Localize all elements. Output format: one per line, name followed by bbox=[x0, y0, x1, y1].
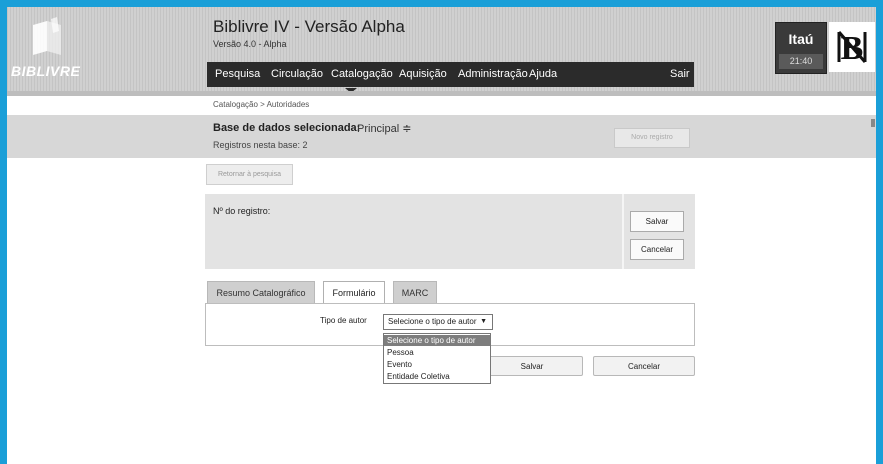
logo-text: BIBLIVRE bbox=[11, 63, 81, 79]
record-save-button[interactable]: Salvar bbox=[630, 211, 684, 232]
bank-monogram-logo: B bbox=[829, 22, 875, 72]
menu-item-circulacao[interactable]: Circulação bbox=[271, 68, 323, 80]
bank-name: Itaú bbox=[788, 31, 814, 47]
menu-item-administracao[interactable]: Administração bbox=[458, 68, 528, 80]
app-window: BIBLIVRE Biblivre IV - Versão Alpha Vers… bbox=[7, 7, 876, 464]
menu-item-ajuda[interactable]: Ajuda bbox=[529, 68, 557, 80]
header: BIBLIVRE Biblivre IV - Versão Alpha Vers… bbox=[7, 7, 876, 93]
record-cancel-button[interactable]: Cancelar bbox=[630, 239, 684, 260]
author-type-label: Tipo de autor bbox=[320, 316, 367, 325]
database-bar: Base de dados selecionada: Principal ≑ R… bbox=[7, 115, 876, 158]
monogram-icon: B bbox=[837, 30, 867, 67]
biblivre-logo: BIBLIVRE bbox=[11, 17, 91, 79]
chevron-down-icon: ▼ bbox=[480, 318, 487, 325]
author-type-dropdown: Selecione o tipo de autor Pessoa Evento … bbox=[383, 333, 491, 384]
database-label: Base de dados selecionada: bbox=[213, 122, 361, 134]
save-button[interactable]: Salvar bbox=[481, 356, 583, 376]
logout-link[interactable]: Sair bbox=[670, 68, 690, 80]
option-evento[interactable]: Evento bbox=[384, 359, 490, 370]
record-panel: Nº do registro: Salvar Cancelar bbox=[205, 194, 695, 269]
book-icon bbox=[33, 17, 61, 55]
record-count: Registros nesta base: 2 bbox=[213, 140, 308, 150]
menu-item-pesquisa[interactable]: Pesquisa bbox=[215, 68, 260, 80]
option-select-author-type[interactable]: Selecione o tipo de autor bbox=[384, 335, 490, 346]
scrollbar-thumb[interactable] bbox=[871, 119, 875, 127]
new-record-button[interactable]: Novo registro bbox=[614, 128, 690, 148]
cancel-button[interactable]: Cancelar bbox=[593, 356, 695, 376]
app-version: Versão 4.0 - Alpha bbox=[213, 39, 287, 49]
author-type-value: Selecione o tipo de autor bbox=[388, 317, 477, 326]
tab-marc[interactable]: MARC bbox=[393, 281, 437, 303]
author-type-select[interactable]: Selecione o tipo de autor ▼ bbox=[383, 314, 493, 330]
divider bbox=[622, 194, 624, 269]
main-menu: Pesquisa Circulação Catalogação Aquisiçã… bbox=[207, 62, 694, 87]
record-number-label: Nº do registro: bbox=[213, 206, 271, 216]
return-to-search-button[interactable]: Retornar à pesquisa bbox=[206, 164, 293, 185]
clock: 21:40 bbox=[779, 54, 823, 69]
header-divider bbox=[7, 91, 876, 96]
menu-item-catalogacao[interactable]: Catalogação bbox=[331, 68, 393, 80]
menu-item-aquisicao[interactable]: Aquisição bbox=[399, 68, 447, 80]
option-pessoa[interactable]: Pessoa bbox=[384, 347, 490, 358]
app-title: Biblivre IV - Versão Alpha bbox=[213, 17, 405, 36]
tab-resumo-catalografico[interactable]: Resumo Catalográfico bbox=[207, 281, 315, 303]
bank-badge: Itaú 21:40 bbox=[775, 22, 827, 74]
tab-formulario[interactable]: Formulário bbox=[323, 281, 385, 304]
database-select[interactable]: Principal ≑ bbox=[357, 122, 411, 135]
option-entidade-coletiva[interactable]: Entidade Coletiva bbox=[384, 371, 490, 382]
breadcrumb: Catalogação > Autoridades bbox=[213, 100, 310, 109]
